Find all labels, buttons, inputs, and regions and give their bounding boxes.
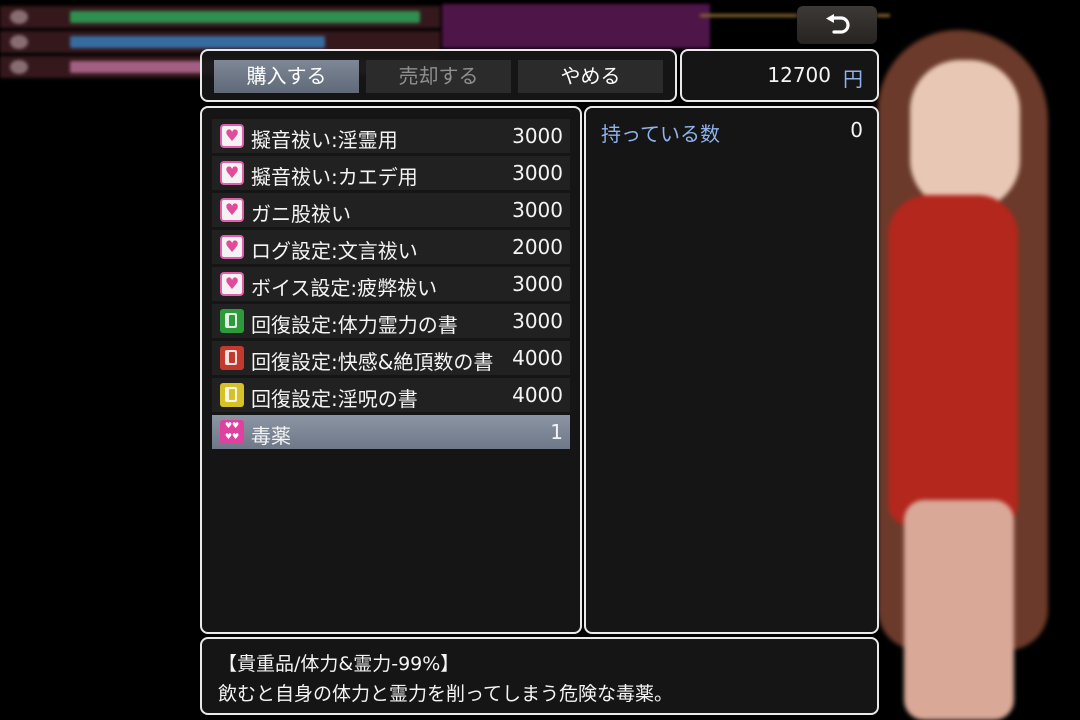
item-name: 擬音祓い:淫霊用 — [251, 128, 398, 152]
currency-unit: 円 — [843, 67, 863, 91]
item-name: 回復設定:快感&絶頂数の書 — [251, 350, 494, 374]
item-name: ボイス設定:疲弊祓い — [251, 276, 438, 300]
item-price: 4000 — [512, 383, 563, 407]
gold-window: 12700 円 — [680, 49, 879, 102]
item-price: 3000 — [512, 198, 563, 222]
item-price: 2000 — [512, 235, 563, 259]
list-item[interactable]: ♥ ボイス設定:疲弊祓い 3000 — [212, 267, 570, 301]
hp-bar — [70, 11, 420, 23]
heart-icon: ♥ — [220, 161, 244, 185]
red-book-icon — [220, 346, 244, 370]
list-item[interactable]: 回復設定:淫呪の書 4000 — [212, 378, 570, 412]
item-name: ログ設定:文言祓い — [251, 239, 418, 263]
list-item[interactable]: 回復設定:快感&絶頂数の書 4000 — [212, 341, 570, 375]
owned-count-label: 持っている数 — [601, 122, 720, 146]
list-item[interactable]: ♥ ガニ股祓い 3000 — [212, 193, 570, 227]
back-button[interactable] — [797, 6, 877, 44]
item-price: 1 — [550, 420, 563, 444]
item-name: 擬音祓い:カエデ用 — [251, 165, 418, 189]
mp-bar — [70, 36, 325, 48]
heart-icon: ♥ — [220, 272, 244, 296]
item-name: 毒薬 — [251, 424, 291, 448]
item-name: 回復設定:体力霊力の書 — [251, 313, 458, 337]
buy-command[interactable]: 購入する — [214, 60, 359, 93]
list-item[interactable]: ♥ 擬音祓い:カエデ用 3000 — [212, 156, 570, 190]
item-price: 3000 — [512, 124, 563, 148]
list-item[interactable]: ♥ 擬音祓い:淫霊用 3000 — [212, 119, 570, 153]
poison-icon: ♥♥ ♥♥ — [220, 420, 244, 444]
sell-command[interactable]: 売却する — [366, 60, 511, 93]
item-price: 3000 — [512, 309, 563, 333]
green-book-icon — [220, 309, 244, 333]
owned-count-value: 0 — [850, 118, 863, 142]
list-item[interactable]: 回復設定:体力霊力の書 3000 — [212, 304, 570, 338]
item-description-title: 【貴重品/体力&霊力-99%】 — [218, 653, 460, 675]
cancel-command[interactable]: やめる — [518, 60, 663, 93]
item-description-text: 飲むと自身の体力と霊力を削ってしまう危険な毒薬。 — [218, 683, 674, 705]
heart-icon: ♥ — [220, 124, 244, 148]
item-status-window: 持っている数 0 — [584, 106, 879, 634]
item-price: 3000 — [512, 161, 563, 185]
character-portrait — [860, 0, 1080, 720]
item-price: 3000 — [512, 272, 563, 296]
yellow-book-icon — [220, 383, 244, 407]
shop-command-window: 購入する 売却する やめる — [200, 49, 677, 102]
item-description-window: 【貴重品/体力&霊力-99%】 飲むと自身の体力と霊力を削ってしまう危険な毒薬。 — [200, 637, 879, 715]
list-item-selected[interactable]: ♥♥ ♥♥ 毒薬 1 — [212, 415, 570, 449]
item-price: 4000 — [512, 346, 563, 370]
gold-amount: 12700 — [767, 63, 831, 87]
undo-arrow-icon — [826, 14, 850, 34]
shop-item-list: ♥ 擬音祓い:淫霊用 3000 ♥ 擬音祓い:カエデ用 3000 ♥ ガニ股祓い… — [200, 106, 582, 634]
item-name: ガニ股祓い — [251, 202, 351, 226]
heart-icon: ♥ — [220, 235, 244, 259]
list-item[interactable]: ♥ ログ設定:文言祓い 2000 — [212, 230, 570, 264]
item-name: 回復設定:淫呪の書 — [251, 387, 418, 411]
heart-icon: ♥ — [220, 198, 244, 222]
